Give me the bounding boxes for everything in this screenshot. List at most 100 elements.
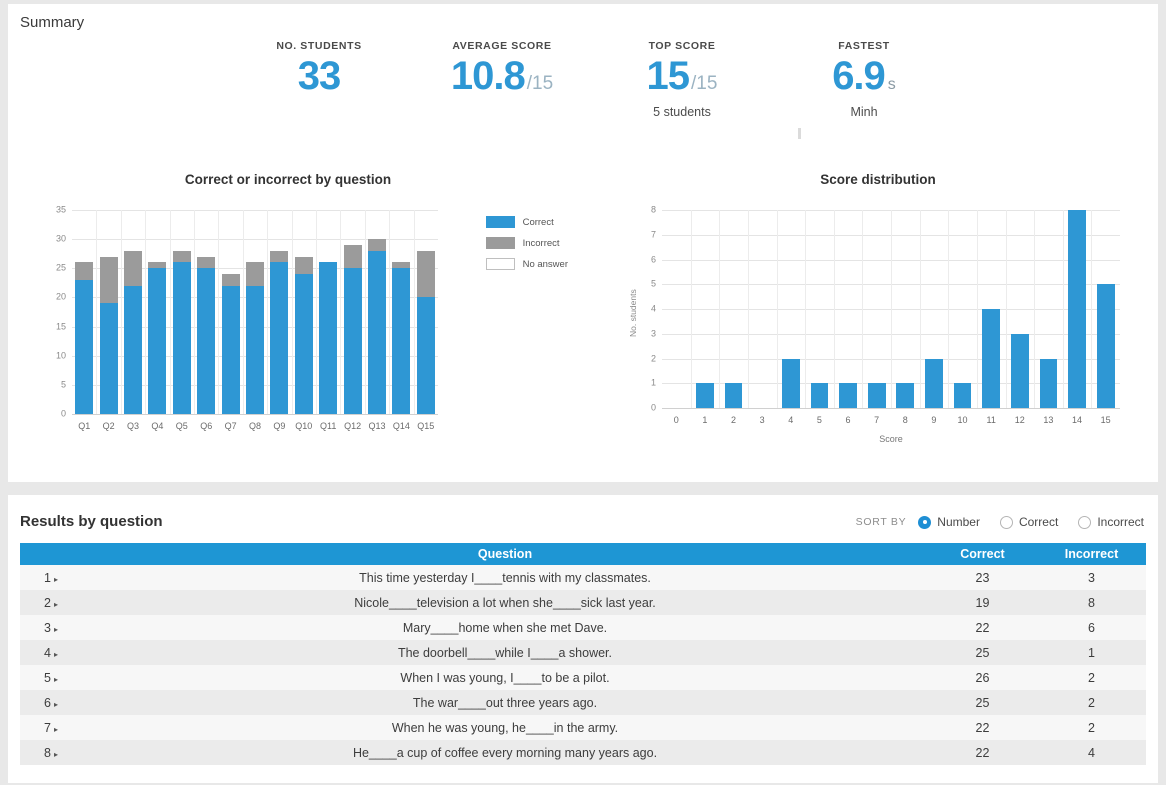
bar[interactable] xyxy=(1039,358,1058,408)
column-header-incorrect[interactable]: Incorrect xyxy=(1037,543,1146,565)
expand-triangle-icon[interactable]: ▸ xyxy=(54,750,58,759)
stacked-bar[interactable] xyxy=(99,210,118,414)
sort-by-label: SORT BY xyxy=(855,516,907,528)
expand-triangle-icon[interactable]: ▸ xyxy=(54,600,58,609)
stacked-bar[interactable] xyxy=(343,210,362,414)
bar[interactable] xyxy=(1096,284,1115,408)
expand-triangle-icon[interactable]: ▸ xyxy=(54,700,58,709)
sort-option-label: Correct xyxy=(1018,515,1059,529)
stacked-bar[interactable] xyxy=(123,210,143,414)
stacked-bar[interactable] xyxy=(392,210,411,414)
sort-option-incorrect[interactable]: Incorrect xyxy=(1078,515,1144,529)
stacked-bar[interactable] xyxy=(75,210,94,414)
vertical-gridline xyxy=(291,210,293,414)
expand-triangle-icon[interactable]: ▸ xyxy=(54,625,58,634)
column-header-correct[interactable]: Correct xyxy=(928,543,1037,565)
bar[interactable] xyxy=(781,358,800,408)
row-question: He____a cup of coffee every morning many… xyxy=(352,745,658,760)
radio-icon[interactable] xyxy=(1078,515,1092,529)
stacked-bar[interactable] xyxy=(294,210,313,414)
bar[interactable] xyxy=(839,383,857,408)
x-axis-title: Score xyxy=(879,434,903,444)
bar-segment-incorrect xyxy=(294,256,313,275)
bar[interactable] xyxy=(925,358,943,408)
stacked-bar[interactable] xyxy=(270,210,289,414)
expand-triangle-icon[interactable]: ▸ xyxy=(54,675,58,684)
x-axis-tick-label: 3 xyxy=(759,415,765,425)
y-axis-tick-label: 8 xyxy=(650,204,656,215)
x-axis-tick-label: 4 xyxy=(788,415,794,425)
column-header-question[interactable]: Question xyxy=(82,543,928,565)
stacked-bar[interactable] xyxy=(148,210,167,414)
row-number: 6 ▸ xyxy=(44,695,58,710)
row-incorrect: 3 xyxy=(1088,570,1095,585)
stacked-bar[interactable] xyxy=(221,210,240,414)
legend-item[interactable]: Incorrect xyxy=(485,237,568,249)
vertical-gridline xyxy=(413,210,415,414)
table-row[interactable]: 7 ▸ When he was young, he____in the army. 2… xyxy=(20,715,1146,740)
stat-label: NO. STUDENTS xyxy=(276,40,362,52)
bar-segment-correct xyxy=(75,279,94,414)
table-row[interactable]: 5 ▸ When I was young, I____to be a pilot. 2… xyxy=(20,665,1146,690)
table-row[interactable]: 8 ▸ He____a cup of coffee every morning ma… xyxy=(20,740,1146,765)
x-axis-tick-label: 2 xyxy=(731,415,737,425)
stacked-bar[interactable] xyxy=(245,210,265,414)
legend-item[interactable]: Correct xyxy=(485,216,568,228)
table-row[interactable]: 6 ▸ The war____out three years ago. 25 2 xyxy=(20,690,1146,715)
x-axis-tick-label: 13 xyxy=(1043,415,1054,425)
stacked-bar[interactable] xyxy=(416,210,435,414)
bar[interactable] xyxy=(896,383,915,408)
stat-value: 33 xyxy=(297,54,341,98)
chart-plot-area: 0 1 2 3 4 5 6 7 8 xyxy=(651,205,1120,412)
bar-segment-correct xyxy=(392,268,411,414)
bar-segment-correct xyxy=(172,262,191,414)
table-row[interactable]: 4 ▸ The doorbell____while I____a shower. 25… xyxy=(20,640,1146,665)
bar[interactable] xyxy=(696,383,714,408)
row-correct: 22 xyxy=(975,720,990,735)
stat-average-score: AVERAGE SCORE 10.8/15 xyxy=(416,40,588,96)
legend-label: Incorrect xyxy=(522,237,560,249)
row-incorrect: 2 xyxy=(1088,695,1095,710)
bar[interactable] xyxy=(724,383,743,408)
table-row[interactable]: 2 ▸ Nicole____television a lot when she___… xyxy=(20,590,1146,615)
stat-value-group: 6.9 s xyxy=(780,56,948,96)
legend-item[interactable]: No answer xyxy=(485,258,568,270)
bar[interactable] xyxy=(1010,333,1029,408)
chart-title-correct-incorrect: Correct or incorrect by question xyxy=(184,172,392,187)
vertical-gridline xyxy=(747,210,749,408)
bar[interactable] xyxy=(953,383,972,408)
expand-triangle-icon[interactable]: ▸ xyxy=(54,650,58,659)
row-correct: 22 xyxy=(975,620,990,635)
stacked-bar[interactable] xyxy=(197,210,216,414)
stat-label: FASTEST xyxy=(838,40,890,52)
radio-icon[interactable] xyxy=(918,515,932,529)
x-axis-tick-label: 7 xyxy=(874,415,880,425)
bar-segment-correct xyxy=(319,262,338,414)
y-axis-tick-label: 4 xyxy=(650,303,656,314)
bar[interactable] xyxy=(982,309,1001,408)
expand-triangle-icon[interactable]: ▸ xyxy=(54,725,58,734)
row-correct: 23 xyxy=(975,570,990,585)
radio-icon[interactable] xyxy=(999,515,1013,529)
chart-correct-incorrect-by-question: 0 5 10 15 20 25 30 35 Q1 Q2 Q3 Q4 Q5 Q6 Q7 Q8 Q9 Q10 Q11 Q1… xyxy=(44,200,574,440)
bar[interactable] xyxy=(1068,210,1086,408)
report-page: Summary NO. STUDENTS 33 AVERAGE SCORE 10… xyxy=(0,0,1166,785)
sort-option-number[interactable]: Number xyxy=(918,515,980,529)
vertical-gridline xyxy=(340,210,342,414)
bar-segment-correct xyxy=(197,268,216,414)
column-header-number[interactable] xyxy=(20,543,82,565)
vertical-gridline xyxy=(919,210,921,408)
x-axis-tick-label: Q12 xyxy=(344,421,362,431)
sort-option-correct[interactable]: Correct xyxy=(999,515,1059,529)
bar[interactable] xyxy=(867,383,886,408)
bar[interactable] xyxy=(810,383,829,408)
table-row[interactable]: 3 ▸ Mary____home when she met Dave. 22 6 xyxy=(20,615,1146,640)
vertical-gridline xyxy=(169,210,171,414)
bar-segment-correct xyxy=(367,250,387,414)
expand-triangle-icon[interactable]: ▸ xyxy=(54,575,58,584)
stacked-bar[interactable] xyxy=(172,210,191,414)
bar-segment-correct xyxy=(123,285,143,414)
stacked-bar[interactable] xyxy=(367,210,387,414)
stacked-bar[interactable] xyxy=(319,210,338,414)
table-row[interactable]: 1 ▸ This time yesterday I____tennis with m… xyxy=(20,565,1146,590)
